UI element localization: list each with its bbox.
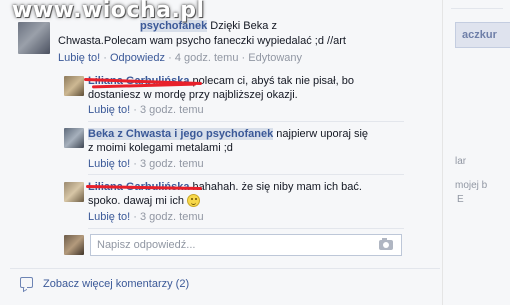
reply-text-line1: najpierw uporaj się [273,128,369,140]
timestamp[interactable]: 3 godz. temu [140,211,204,223]
section-divider [10,268,440,269]
right-column: aczkur lar mojej b E [442,0,510,305]
comment-text: Dzięki Beka z [207,20,277,32]
view-more-comments-link[interactable]: Zobacz więcej komentarzy (2) [43,278,189,290]
reply-divider [88,121,404,122]
reply-author-link[interactable]: Beka z Chwasta i jego psychofanek [88,128,274,140]
like-link[interactable]: Lubię to! [88,104,130,116]
comment-bubble-icon [20,277,33,288]
view-more-comments[interactable]: Zobacz więcej komentarzy (2) [20,277,189,291]
reply-text-line2: z moimi kolegami metalami ;d [88,142,233,154]
like-link[interactable]: Lubię to! [88,211,130,223]
smiley-emoticon-icon [187,194,201,207]
reply-text: Liliana Garbulińska polecam ci, abyś tak… [88,74,408,102]
reply-divider [88,174,404,175]
reply-actions: Lubię to! · 3 godz. temu [88,103,204,117]
right-text-fragment-1: lar [455,156,467,167]
avatar[interactable] [64,182,84,202]
reply-text-line1: polecam ci, abyś tak nie pisał, bo [189,75,354,87]
comment-text-line2: Chwasta.Polecam wam psycho faneczki wypi… [58,35,346,47]
right-text-fragment-3: E [457,194,464,205]
reply-actions: Lubię to! · 3 godz. temu [88,157,204,171]
like-link[interactable]: Lubię to! [88,158,130,170]
reply-divider [88,228,404,229]
reply-item: Liliana Garbulińska hahahah. że się niby… [58,180,410,228]
timestamp[interactable]: 3 godz. temu [140,104,204,116]
edited-label[interactable]: Edytowany [248,52,302,64]
watermark: www.wiocha.pl [12,0,205,23]
right-button-fragment[interactable]: aczkur [455,22,510,48]
avatar[interactable] [64,128,84,148]
separator: · [133,211,137,223]
main-comment-body: psychofanek Dzięki Beka z Chwasta.Poleca… [58,19,438,49]
camera-icon[interactable] [379,238,393,250]
separator: · [241,52,246,64]
current-user-avatar [64,235,84,255]
timestamp[interactable]: 4 godz. temu [175,52,239,64]
avatar[interactable] [18,22,50,54]
right-divider [451,8,503,9]
reply-text: Beka z Chwasta i jego psychofanek najpie… [88,127,408,155]
separator: · [168,52,172,64]
main-comment-actions: Lubię to! · Odpowiedz · 4 godz. temu · E… [58,51,302,65]
reply-item: Liliana Garbulińska polecam ci, abyś tak… [58,74,410,122]
reply-link[interactable]: Odpowiedz [110,52,165,64]
like-link[interactable]: Lubię to! [58,52,100,64]
reply-input-placeholder: Napisz odpowiedź... [97,239,196,251]
reply-item: Beka z Chwasta i jego psychofanek najpie… [58,126,410,176]
reply-text-line2: dostaniesz w mordę przy najbliższej okaz… [88,89,298,101]
separator: · [133,104,137,116]
separator: · [103,52,107,64]
separator: · [133,158,137,170]
timestamp[interactable]: 3 godz. temu [140,158,204,170]
reply-text-line1: hahahah. że się niby mam ich bać. [189,181,362,193]
reply-input[interactable]: Napisz odpowiedź... [90,234,402,256]
reply-text-line2: spoko. dawaj mi ich [88,195,188,207]
avatar[interactable] [64,76,84,96]
right-text-fragment-2: mojej b [455,180,488,191]
reply-text: Liliana Garbulińska hahahah. że się niby… [88,180,408,208]
reply-actions: Lubię to! · 3 godz. temu [88,210,204,224]
